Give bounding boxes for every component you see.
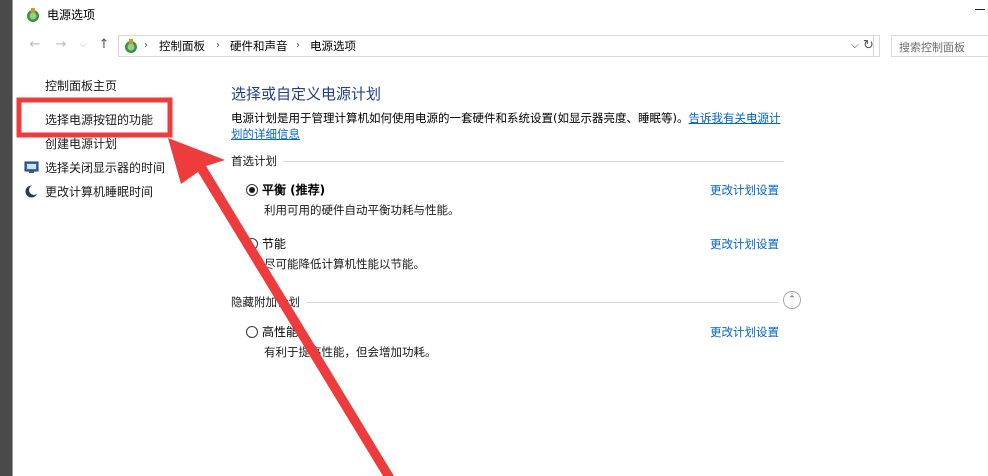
up-arrow-icon[interactable]: ↑	[96, 37, 112, 53]
plan-power-saver-description: 尽可能降低计算机性能以节能。	[264, 257, 425, 271]
plan-high-performance-radio[interactable]	[246, 326, 258, 338]
description-text: 电源计划是用于管理计算机如何使用电源的一套硬件和系统设置(如显示器亮度、睡眠等)…	[231, 111, 689, 125]
sidebar-item-create-plan[interactable]: 创建电源计划	[45, 136, 117, 152]
forward-arrow-icon[interactable]: →	[53, 37, 69, 53]
collapse-chevron-up-icon[interactable]: ⌃	[783, 291, 801, 309]
left-sidebar: 控制面板主页 选择电源按钮的功能 创建电源计划 选择关闭显示器的时间 更改计算机…	[13, 62, 203, 476]
breadcrumb-separator-icon: ›	[296, 40, 300, 51]
screenshot-frame: 电源选项 ← → ⌵ ↑ › 控制面板 › 硬件和声音 › 电源选项 ⌵ ↻ 搜…	[0, 0, 988, 476]
hidden-plans-label[interactable]: 隐藏附加计划	[231, 295, 306, 309]
minimize-button[interactable]	[975, 9, 985, 10]
address-row: ← → ⌵ ↑ › 控制面板 › 硬件和声音 › 电源选项 ⌵ ↻	[13, 31, 988, 61]
refresh-icon[interactable]: ↻	[858, 35, 880, 57]
window-title: 电源选项	[47, 8, 96, 22]
plan-balanced-description: 利用可用的硬件自动平衡功耗与性能。	[264, 203, 460, 217]
desktop-edge	[0, 0, 12, 476]
breadcrumb-power-options[interactable]: 电源选项	[310, 39, 356, 53]
sidebar-item-display-off[interactable]: 选择关闭显示器的时间	[45, 160, 165, 176]
search-input[interactable]	[899, 37, 988, 58]
page-description: 电源计划是用于管理计算机如何使用电源的一套硬件和系统设置(如显示器亮度、睡眠等)…	[231, 110, 786, 142]
section-divider	[231, 161, 784, 162]
plan-power-saver-name[interactable]: 节能	[262, 236, 286, 252]
monitor-icon	[24, 161, 39, 173]
plan-power-saver-change-settings[interactable]: 更改计划设置	[710, 236, 779, 252]
address-bar[interactable]: › 控制面板 › 硬件和声音 › 电源选项 ⌵	[118, 35, 874, 57]
power-options-icon	[27, 8, 39, 22]
plan-high-performance-description: 有利于提高性能，但会增加功耗。	[264, 345, 437, 359]
preferred-plans-label: 首选计划	[231, 154, 283, 168]
section-divider	[231, 302, 779, 303]
plan-high-performance-name[interactable]: 高性能	[262, 324, 298, 340]
sidebar-item-control-panel-home[interactable]: 控制面板主页	[45, 78, 117, 94]
main-content: 选择或自定义电源计划 电源计划是用于管理计算机如何使用电源的一套硬件和系统设置(…	[231, 62, 801, 476]
search-box[interactable]	[891, 35, 988, 58]
moon-icon	[25, 185, 39, 198]
control-panel-window: 电源选项 ← → ⌵ ↑ › 控制面板 › 硬件和声音 › 电源选项 ⌵ ↻ 搜…	[12, 0, 988, 476]
sidebar-item-power-button[interactable]: 选择电源按钮的功能	[45, 112, 153, 128]
recent-chevron-icon[interactable]: ⌵	[75, 37, 91, 53]
breadcrumb-control-panel[interactable]: 控制面板	[159, 39, 205, 53]
plan-balanced-radio[interactable]	[246, 184, 258, 196]
plan-high-performance-change-settings[interactable]: 更改计划设置	[710, 324, 779, 340]
back-arrow-icon[interactable]: ←	[27, 37, 43, 53]
plan-balanced-name[interactable]: 平衡 (推荐)	[262, 182, 325, 198]
control-panel-icon	[125, 39, 137, 53]
plan-power-saver-radio[interactable]	[246, 238, 258, 250]
breadcrumb-hardware-sound[interactable]: 硬件和声音	[230, 39, 288, 53]
title-bar: 电源选项	[13, 0, 988, 31]
sidebar-item-sleep-time[interactable]: 更改计算机睡眠时间	[45, 184, 153, 200]
breadcrumb-separator-icon: ›	[144, 40, 148, 51]
breadcrumb-separator-icon: ›	[216, 40, 220, 51]
radio-selected-dot	[249, 187, 255, 193]
plan-balanced-change-settings[interactable]: 更改计划设置	[710, 182, 779, 198]
page-title: 选择或自定义电源计划	[231, 85, 382, 103]
